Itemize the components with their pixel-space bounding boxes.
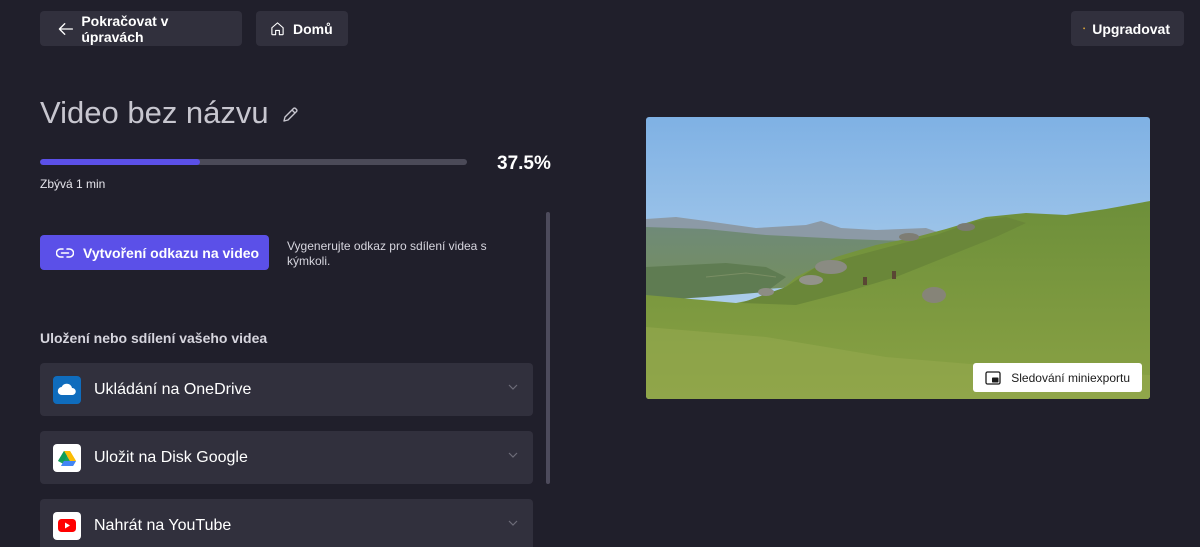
video-title: Video bez názvu	[40, 95, 299, 131]
upgrade-button[interactable]: Upgradovat	[1071, 11, 1184, 46]
link-icon	[56, 247, 74, 258]
share-item-google-drive[interactable]: Uložit na Disk Google	[40, 431, 533, 484]
share-section-heading: Uložení nebo sdílení vašeho videa	[40, 330, 268, 346]
chevron-down-icon[interactable]	[508, 452, 518, 458]
home-icon	[271, 22, 284, 36]
mini-export-button[interactable]: Sledování miniexportu	[973, 363, 1142, 392]
share-item-label: Uložit na Disk Google	[94, 448, 248, 466]
share-item-label: Ukládání na OneDrive	[94, 380, 252, 398]
pencil-icon[interactable]	[281, 106, 299, 124]
home-button[interactable]: Domů	[256, 11, 348, 46]
video-preview-image	[646, 117, 1150, 399]
share-item-label: Nahrát na YouTube	[94, 516, 232, 534]
youtube-icon	[53, 511, 81, 540]
mini-export-label: Sledování miniexportu	[1011, 370, 1130, 385]
video-preview: Sledování miniexportu	[646, 117, 1150, 399]
create-video-link-button[interactable]: Vytvoření odkazu na video	[40, 235, 269, 270]
diamond-icon	[1083, 27, 1086, 30]
chevron-down-icon[interactable]	[508, 520, 518, 526]
video-title-text: Video bez názvu	[40, 95, 269, 130]
upgrade-label: Upgradovat	[1092, 20, 1170, 37]
export-progress-percent: 37.5%	[497, 153, 551, 174]
home-label: Domů	[293, 20, 333, 37]
create-video-link-label: Vytvoření odkazu na video	[83, 244, 260, 261]
onedrive-icon	[53, 375, 81, 404]
chevron-down-icon[interactable]	[508, 384, 518, 390]
panel-scrollbar[interactable]	[546, 212, 550, 484]
google-drive-icon	[53, 443, 81, 472]
export-progress-fill	[40, 159, 201, 165]
share-item-onedrive[interactable]: Ukládání na OneDrive	[40, 363, 533, 416]
create-link-description: Vygenerujte odkaz pro sdílení videa s ký…	[287, 239, 487, 268]
arrow-left-icon	[58, 22, 74, 35]
continue-editing-label: Pokračovat v úpravách	[81, 12, 169, 45]
picture-in-picture-icon	[985, 370, 1001, 385]
time-remaining: Zbývá 1 min	[40, 177, 106, 191]
export-progress-bar	[40, 159, 467, 165]
share-item-youtube[interactable]: Nahrát na YouTube	[40, 499, 533, 547]
continue-editing-button[interactable]: Pokračovat v úpravách	[40, 11, 242, 46]
